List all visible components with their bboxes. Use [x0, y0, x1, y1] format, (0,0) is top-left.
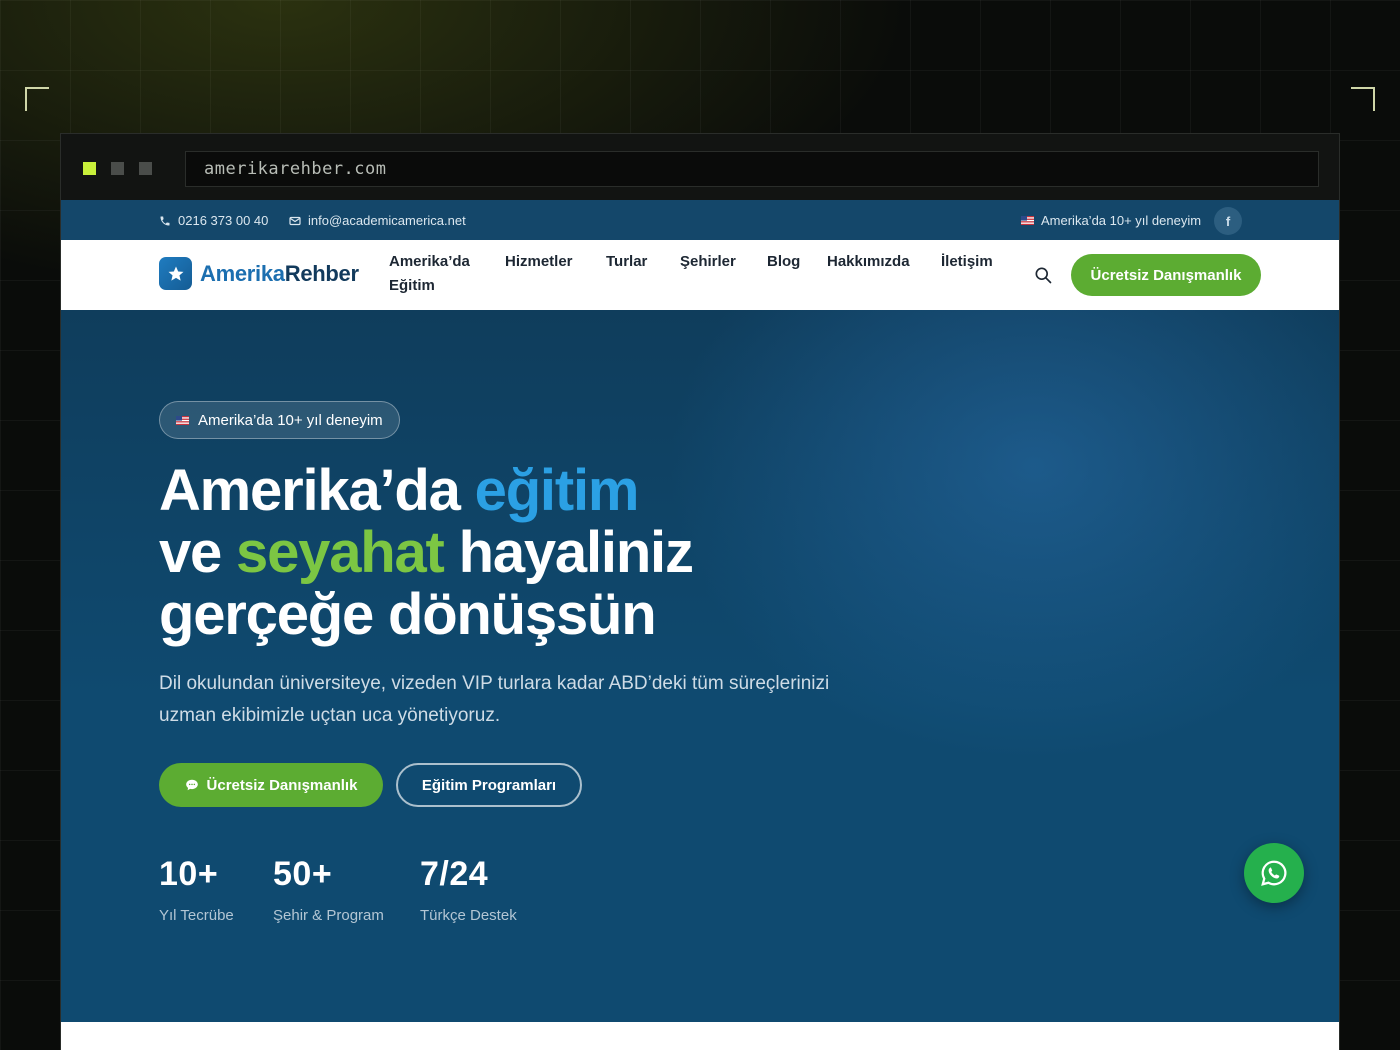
hero-subtitle: Dil okulundan üniversiteye, vizeden VIP …: [159, 668, 919, 732]
nav-item-iletisim[interactable]: İletişim: [941, 250, 993, 274]
browser-chrome: amerikarehber.com: [61, 134, 1339, 200]
facebook-icon[interactable]: f: [1214, 207, 1242, 235]
badge-text: Amerika’da 10+ yıl deneyim: [198, 411, 383, 429]
stat-value: 10+: [159, 855, 219, 893]
whatsapp-button[interactable]: [1244, 843, 1304, 903]
education-programs-button[interactable]: Eğitim Programları: [396, 763, 582, 807]
stat-value: 50+: [273, 855, 333, 893]
stat-label: Yıl Tecrübe: [159, 907, 234, 924]
free-consultation-button[interactable]: Ücretsiz Danışmanlık: [1071, 254, 1261, 296]
nav-item-turlar[interactable]: Turlar: [606, 250, 647, 274]
hero-title-line-1: Amerika’da eğitim: [159, 460, 693, 522]
logo-wordmark[interactable]: AmerikaRehber: [200, 261, 359, 287]
stat-cities: 50+ Şehir & Program: [273, 855, 384, 924]
whatsapp-icon: [1261, 860, 1287, 886]
button-label: Ücretsiz Danışmanlık: [206, 776, 358, 794]
us-flag-icon: [176, 415, 189, 425]
phone-number: 0216 373 00 40: [178, 213, 269, 228]
nav-item-hizmetler[interactable]: Hizmetler: [505, 250, 573, 274]
email-address: info@academicamerica.net: [308, 213, 466, 228]
hero-title-highlight-blue: eğitim: [474, 458, 640, 523]
nav-item-sehirler[interactable]: Şehirler: [680, 250, 736, 274]
hero-title-text: ve: [159, 520, 237, 585]
hero-subtitle-line: uzman ekibimizle uçtan uca yönetiyoruz.: [159, 705, 501, 726]
hero-title-text: hayaliniz: [443, 520, 694, 585]
topbar-email[interactable]: info@academicamerica.net: [289, 213, 466, 228]
hero-title-highlight-green: seyahat: [236, 520, 445, 585]
experience-text: Amerika’da 10+ yıl deneyim: [1041, 213, 1202, 228]
mail-icon: [289, 216, 301, 225]
nav-item-amerikada-egitim[interactable]: Amerika’da Eğitim: [389, 250, 470, 298]
next-section-top: [61, 1022, 1339, 1050]
nav-item-blog[interactable]: Blog: [767, 250, 800, 274]
hero-title-text: Amerika’da: [159, 458, 475, 523]
us-flag-icon: [1021, 216, 1034, 225]
stat-years: 10+ Yıl Tecrübe: [159, 855, 234, 924]
logo-part-2: Rehber: [284, 261, 359, 286]
stat-support: 7/24 Türkçe Destek: [420, 855, 517, 924]
phone-icon: [160, 216, 170, 225]
nav-item-label: Eğitim: [389, 277, 435, 294]
topbar-experience: Amerika’da 10+ yıl deneyim: [1021, 213, 1201, 228]
search-icon[interactable]: [1033, 265, 1053, 285]
stat-value: 7/24: [420, 855, 489, 893]
nav-item-label: Amerika’da: [389, 253, 470, 270]
window-dot[interactable]: [139, 162, 152, 175]
hero-title-line-2: ve seyahat hayaliniz: [159, 520, 694, 585]
chat-icon: [185, 779, 198, 791]
stat-label: Türkçe Destek: [420, 907, 517, 924]
main-navbar: AmerikaRehber Amerika’da Eğitim Hizmetle…: [61, 240, 1339, 310]
hero-section: Amerika’da 10+ yıl deneyim Amerika’da eğ…: [61, 310, 1339, 1022]
topbar-phone[interactable]: 0216 373 00 40: [159, 213, 268, 228]
hero-consultation-button[interactable]: Ücretsiz Danışmanlık: [159, 763, 383, 807]
window-dot[interactable]: [111, 162, 124, 175]
window-dot-active[interactable]: [83, 162, 96, 175]
hero-title-line-3: gerçeğe dönüşsün: [159, 582, 657, 647]
star-icon: [168, 266, 183, 281]
address-bar[interactable]: amerikarehber.com: [185, 151, 1319, 187]
logo-mark[interactable]: [159, 257, 192, 290]
frame-corner-top-left: [25, 87, 49, 111]
logo-part-1: Amerika: [200, 261, 285, 286]
nav-item-hakkimizda[interactable]: Hakkımızda: [827, 250, 910, 274]
hero-subtitle-line: Dil okulundan üniversiteye, vizeden VIP …: [159, 673, 830, 694]
stat-label: Şehir & Program: [273, 907, 384, 924]
frame-corner-top-right: [1351, 87, 1375, 111]
hero-title: Amerika’da eğitim ve seyahat hayaliniz g…: [159, 460, 694, 647]
experience-badge: Amerika’da 10+ yıl deneyim: [159, 401, 400, 439]
contact-topbar: 0216 373 00 40 info@academicamerica.net …: [61, 200, 1339, 240]
browser-window: amerikarehber.com 0216 373 00 40 info@ac…: [60, 133, 1340, 1050]
